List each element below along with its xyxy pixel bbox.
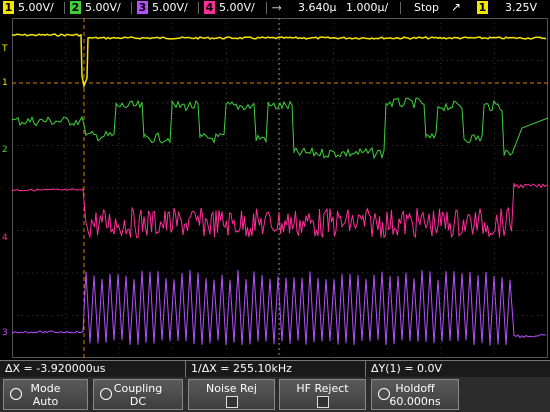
- channel-1-scale[interactable]: 5.00V/: [18, 1, 54, 15]
- channel-2-ground-marker: 2: [2, 145, 8, 155]
- divider: [64, 2, 65, 14]
- trigger-edge-icon: ↗: [451, 0, 462, 14]
- waveform-graticule[interactable]: [12, 18, 548, 358]
- trigger-position-icon: ⤑: [272, 0, 282, 14]
- measurement-bar: ΔX = -3.920000us 1/ΔX = 255.10kHz ΔY(1) …: [0, 360, 550, 377]
- divider: [131, 2, 132, 14]
- divider: [198, 2, 199, 14]
- delta-y-readout: ΔY(1) = 0.0V: [365, 361, 550, 377]
- softkey-menu: Mode Auto Coupling DC Noise Rej HF Rejec…: [0, 377, 550, 412]
- divider: [400, 2, 401, 14]
- status-bar: 1 5.00V/ 2 5.00V/ 3 5.00V/ 4 5.00V/ ⤑ 3.…: [0, 0, 550, 17]
- hf-reject-softkey[interactable]: HF Reject: [279, 379, 366, 410]
- knob-icon: [100, 388, 112, 400]
- coupling-softkey[interactable]: Coupling DC: [93, 379, 183, 410]
- channel-3-badge[interactable]: 3: [137, 1, 148, 14]
- noise-rej-checkbox[interactable]: [225, 396, 238, 408]
- inverse-delta-x-readout: 1/ΔX = 255.10kHz: [185, 361, 365, 377]
- channel-3-scale[interactable]: 5.00V/: [152, 1, 188, 15]
- oscilloscope-display: 1 5.00V/ 2 5.00V/ 3 5.00V/ 4 5.00V/ ⤑ 3.…: [0, 0, 550, 412]
- channel-4-scale[interactable]: 5.00V/: [219, 1, 255, 15]
- trigger-source-badge[interactable]: 1: [477, 1, 488, 14]
- time-position[interactable]: 3.640µ: [298, 1, 337, 15]
- time-scale[interactable]: 1.000µ/: [346, 1, 388, 15]
- channel-2-scale[interactable]: 5.00V/: [85, 1, 121, 15]
- channel-4-badge[interactable]: 4: [204, 1, 215, 14]
- channel-1-badge[interactable]: 1: [3, 1, 14, 14]
- knob-icon: [10, 388, 22, 400]
- graticule-svg: [12, 18, 548, 358]
- knob-icon: [378, 388, 390, 400]
- hf-reject-checkbox[interactable]: [316, 396, 329, 408]
- channel-4-ground-marker: 4: [2, 233, 8, 243]
- delta-x-readout: ΔX = -3.920000us: [5, 362, 106, 375]
- noise-rej-label: Noise Rej: [206, 382, 257, 395]
- channel-2-badge[interactable]: 2: [70, 1, 81, 14]
- divider: [266, 2, 267, 14]
- trigger-level[interactable]: 3.25V: [505, 1, 537, 15]
- hf-reject-label: HF Reject: [296, 382, 349, 395]
- channel-1-ground-marker: 1: [2, 78, 8, 88]
- run-state: Stop: [414, 1, 440, 14]
- noise-rej-softkey[interactable]: Noise Rej: [188, 379, 275, 410]
- holdoff-softkey[interactable]: Holdoff 60.000ns: [371, 379, 459, 410]
- channel-3-ground-marker: 3: [2, 328, 8, 338]
- mode-softkey[interactable]: Mode Auto: [3, 379, 88, 410]
- trigger-level-marker: T: [2, 44, 8, 54]
